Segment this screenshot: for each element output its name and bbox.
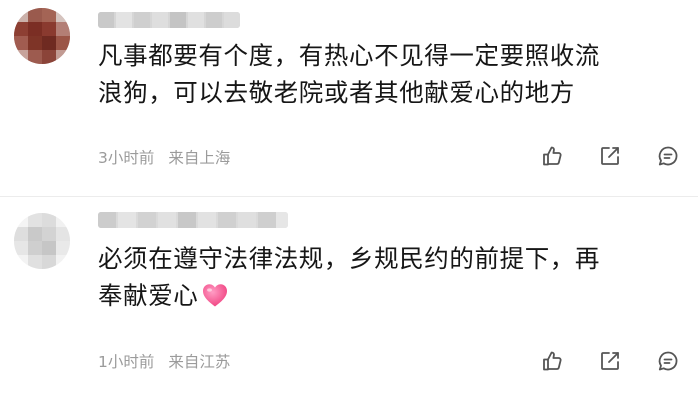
thumbs-up-icon: [543, 146, 562, 166]
comment-location: 来自江苏: [168, 353, 231, 371]
comment-item: 凡事都要有个度，有热心不见得一定要照收流 浪狗，可以去敬老院或者其他献爱心的地方…: [0, 0, 698, 196]
thumbs-up-icon: [543, 351, 562, 371]
comment-text: 必须在遵守法律法规，乡规民约的前提下，再 奉献爱心: [98, 240, 688, 314]
username-blurred[interactable]: [98, 212, 288, 228]
avatar[interactable]: [14, 8, 70, 64]
share-button[interactable]: [596, 142, 624, 170]
like-button[interactable]: [538, 347, 566, 375]
comment-text-line: 凡事都要有个度，有热心不见得一定要照收流: [98, 41, 600, 70]
comment-item: 必须在遵守法律法规，乡规民约的前提下，再 奉献爱心 1小时前 来自江苏: [0, 197, 698, 401]
comment-text-line: 浪狗，可以去敬老院或者其他献爱心的地方: [98, 78, 575, 107]
comment-meta: 1小时前 来自江苏: [98, 350, 230, 372]
comment-meta: 3小时前 来自上海: [98, 146, 230, 168]
comment-time: 1小时前: [98, 353, 155, 371]
avatar[interactable]: [14, 213, 70, 269]
reply-button[interactable]: [654, 347, 682, 375]
like-button[interactable]: [538, 142, 566, 170]
comment-time: 3小时前: [98, 149, 155, 167]
share-button[interactable]: [596, 347, 624, 375]
comment-text: 凡事都要有个度，有热心不见得一定要照收流 浪狗，可以去敬老院或者其他献爱心的地方: [98, 37, 688, 111]
comment-actions: [508, 142, 682, 170]
username-blurred[interactable]: [98, 12, 240, 28]
comment-icon: [658, 351, 678, 371]
share-icon: [601, 352, 619, 370]
comment-icon: [658, 146, 678, 166]
comment-actions: [508, 347, 682, 375]
reply-button[interactable]: [654, 142, 682, 170]
heart-emoji: [203, 284, 228, 307]
comment-text-line: 奉献爱心: [98, 277, 688, 314]
comment-text-segment: 奉献爱心: [98, 281, 199, 310]
share-icon: [601, 147, 619, 165]
comment-location: 来自上海: [168, 149, 231, 167]
comment-text-line: 必须在遵守法律法规，乡规民约的前提下，再: [98, 244, 600, 273]
